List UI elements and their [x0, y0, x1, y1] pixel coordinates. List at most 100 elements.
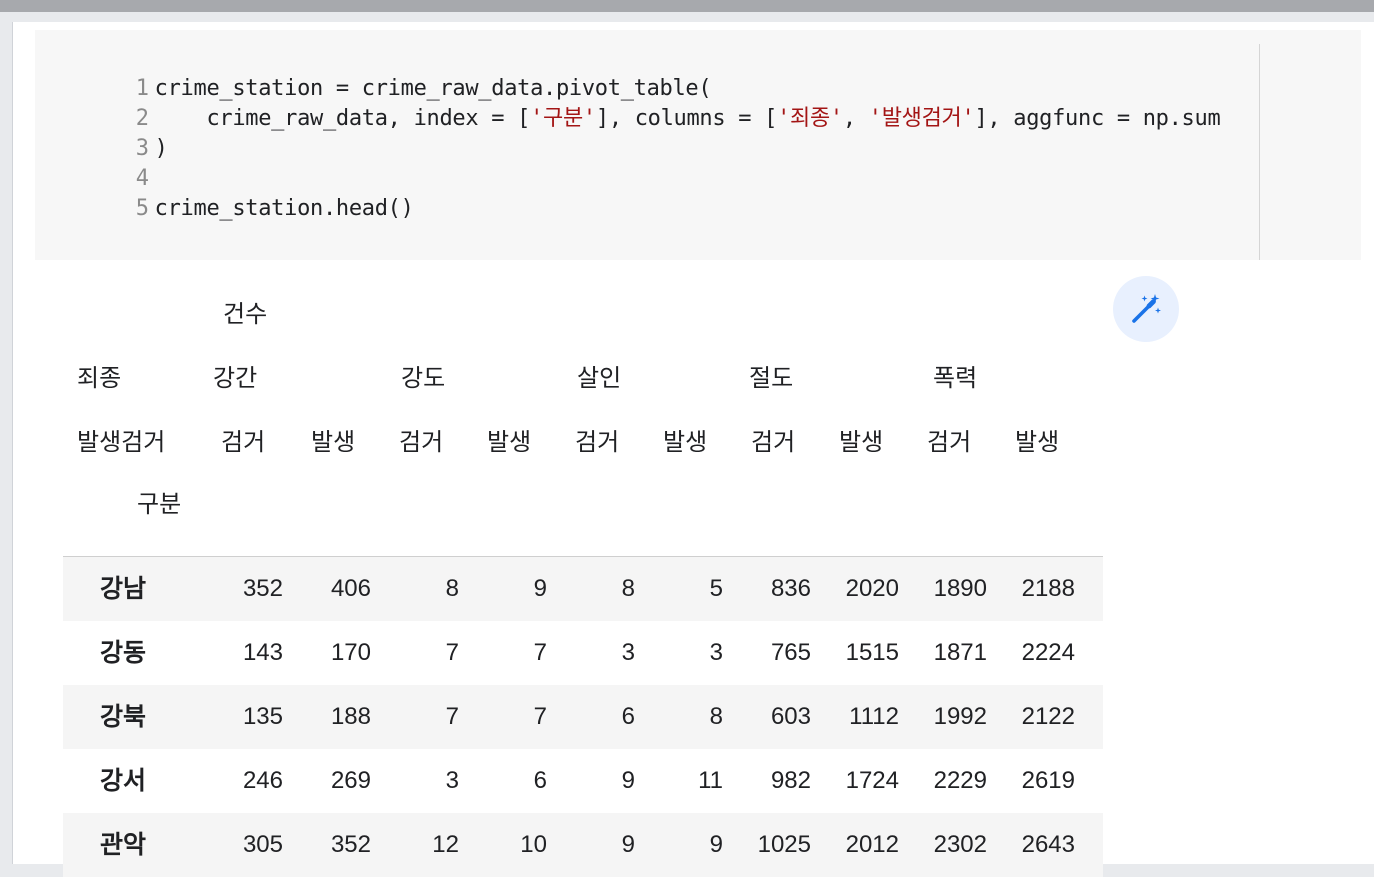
table-cell: 5 — [709, 575, 723, 602]
magic-wand-icon — [1132, 294, 1161, 323]
sub-header: 발생 — [1015, 428, 1060, 456]
crime-type-header: 강도 — [401, 364, 446, 392]
sub-header: 발생 — [311, 428, 356, 456]
table-cell: 2020 — [845, 575, 899, 602]
code-text: , — [842, 106, 869, 131]
table-cell: 1724 — [845, 767, 899, 794]
crime-type-header: 폭력 — [933, 364, 978, 392]
sub-header: 발생 — [663, 428, 708, 456]
sub-header: 발생 — [487, 428, 532, 456]
table-cell: 9 — [533, 575, 547, 602]
table-cell: 352 — [242, 575, 283, 602]
table-cell: 9 — [621, 767, 635, 794]
code-string: '발생검거' — [868, 106, 975, 131]
line-number: 5 — [135, 196, 149, 221]
row-label: 강동 — [99, 638, 146, 667]
table-cell: 8 — [709, 703, 723, 730]
row-label: 강북 — [99, 702, 146, 731]
code-text: crime_station.head() — [154, 196, 414, 221]
notebook-cell: 1 crime_station = crime_raw_data.pivot_ta… — [12, 22, 1374, 877]
table-cell: 170 — [330, 639, 371, 666]
table-cell: 2122 — [1021, 703, 1075, 730]
column-level2-name: 발생검거 — [77, 428, 166, 456]
table-cell: 2643 — [1021, 831, 1075, 858]
table-cell: 982 — [770, 767, 811, 794]
code-line: 5 crime_station.head() — [35, 164, 414, 221]
table-cell: 765 — [770, 639, 811, 666]
table-cell: 305 — [242, 831, 283, 858]
table-cell: 1025 — [757, 831, 811, 858]
sub-header: 검거 — [751, 428, 796, 456]
code-line: 4 — [35, 134, 155, 191]
table-cell: 9 — [709, 831, 723, 858]
crime-type-header: 살인 — [577, 364, 622, 392]
table-cell: 6 — [621, 703, 635, 730]
table-cell: 11 — [698, 767, 723, 794]
table-cell: 2302 — [933, 831, 987, 858]
table-cell: 2188 — [1021, 575, 1075, 602]
table-cell: 2012 — [845, 831, 899, 858]
table-cell: 7 — [533, 639, 547, 666]
sub-header: 검거 — [927, 428, 972, 456]
table-cell: 603 — [770, 703, 811, 730]
table-cell: 12 — [432, 831, 459, 858]
table-cell: 246 — [242, 767, 283, 794]
crime-type-header: 강간 — [213, 364, 258, 392]
table-cell: 3 — [445, 767, 459, 794]
code-line: 1 crime_station = crime_raw_data.pivot_ta… — [35, 44, 712, 101]
table-cell: 406 — [330, 575, 371, 602]
table-cell: 135 — [242, 703, 283, 730]
table-cell: 10 — [520, 831, 547, 858]
code-text: ) — [154, 136, 168, 161]
table-cell: 8 — [445, 575, 459, 602]
table-cell: 1871 — [933, 639, 987, 666]
table-cell: 8 — [621, 575, 635, 602]
code-editor[interactable]: 1 crime_station = crime_raw_data.pivot_ta… — [35, 30, 1361, 260]
table-cell: 3 — [709, 639, 723, 666]
sub-header: 발생 — [839, 428, 884, 456]
code-ruler — [1259, 44, 1260, 260]
top-toolbar-strip — [0, 0, 1374, 12]
table-row: 강서 246 269 3 6 9 11 982 1724 2229 2619 — [63, 749, 1103, 813]
sub-header: 검거 — [399, 428, 444, 456]
code-line: 3) — [35, 104, 168, 161]
column-level1-name: 죄종 — [77, 364, 122, 392]
table-row: 강남 352 406 8 9 8 5 836 2020 1890 2188 — [63, 557, 1103, 621]
table-cell: 1112 — [849, 703, 899, 730]
table-cell: 1515 — [845, 639, 899, 666]
code-string: '죄종' — [777, 106, 843, 131]
table-cell: 7 — [445, 639, 459, 666]
table-cell: 1890 — [933, 575, 987, 602]
table-cell: 836 — [770, 575, 811, 602]
code-text: ], columns = [ — [595, 106, 778, 131]
table-cell: 1992 — [933, 703, 987, 730]
code-text: crime_raw_data, index = [ — [154, 106, 531, 131]
table-cell: 7 — [445, 703, 459, 730]
table-row: 관악 305 352 12 10 9 9 1025 2012 2302 2643 — [63, 813, 1103, 877]
code-line: 2 crime_raw_data, index = ['구분'], column… — [35, 74, 1221, 131]
table-row: 강북 135 188 7 7 6 8 603 1112 1992 2122 — [63, 685, 1103, 749]
code-string: '구분' — [530, 106, 596, 131]
table-cell: 143 — [242, 639, 283, 666]
table-cell: 2224 — [1021, 639, 1075, 666]
table-cell: 188 — [330, 703, 371, 730]
row-label: 강남 — [99, 574, 146, 603]
table-cell: 9 — [621, 831, 635, 858]
table-cell: 3 — [621, 639, 635, 666]
table-cell: 7 — [533, 703, 547, 730]
table-row: 강동 143 170 7 7 3 3 765 1515 1871 2224 — [63, 621, 1103, 685]
column-level0-label: 건수 — [223, 300, 268, 328]
table-cell: 6 — [533, 767, 547, 794]
index-name: 구분 — [137, 490, 182, 518]
row-label: 강서 — [99, 766, 146, 795]
row-label: 관악 — [99, 830, 146, 859]
table-cell: 269 — [330, 767, 371, 794]
crime-type-header: 절도 — [749, 364, 794, 392]
sub-header: 검거 — [221, 428, 266, 456]
code-text: ], aggfunc = np.sum — [974, 106, 1221, 131]
table-cell: 2229 — [933, 767, 987, 794]
sub-header: 검거 — [575, 428, 620, 456]
table-cell: 2619 — [1021, 767, 1075, 794]
magic-wand-button[interactable] — [1113, 276, 1179, 342]
table-cell: 352 — [330, 831, 371, 858]
